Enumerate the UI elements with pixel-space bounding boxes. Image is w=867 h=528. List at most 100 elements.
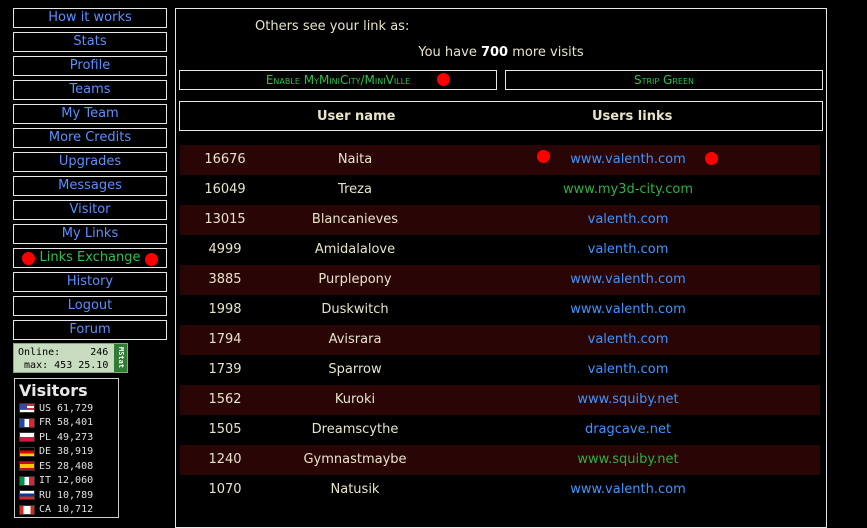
user-id: 1998 — [208, 302, 242, 317]
online-row: Online: 246 — [18, 347, 109, 358]
user-name: Amidalalove — [314, 242, 396, 257]
user-link[interactable]: www.squiby.net — [528, 392, 728, 407]
max-row: max: 453 25.10 — [24, 360, 109, 371]
table-row: 13015 Blancanieves valenth.com — [180, 205, 820, 235]
user-id: 16049 — [204, 182, 246, 197]
user-link[interactable]: www.squiby.net — [528, 452, 728, 467]
user-name: Kuroki — [334, 392, 376, 407]
country-code: ES — [39, 460, 52, 472]
menu-item-label: My Links — [61, 226, 119, 241]
menu-item-my-links[interactable]: My Links — [13, 224, 167, 244]
user-link[interactable]: valenth.com — [528, 212, 728, 227]
links-table: 16676 Naita www.valenth.com 16049 Treza www.m… — [180, 145, 820, 505]
menu-item-label: Upgrades — [58, 154, 122, 169]
country-code: PL — [39, 431, 52, 443]
menu-item-label: Links Exchange — [39, 250, 141, 265]
table-header: User name Users links — [179, 101, 823, 131]
menu-item-label: Stats — [73, 34, 107, 49]
visitor-count: 49,273 — [57, 431, 94, 443]
visitor-count: 28,408 — [57, 460, 94, 472]
user-link[interactable]: www.my3d-city.com — [528, 182, 728, 197]
user-name: Avisrara — [328, 332, 382, 347]
menu-item-visitor[interactable]: Visitor — [13, 200, 167, 220]
others-see-label: Others see your link as: — [255, 19, 410, 34]
user-link[interactable]: www.valenth.com — [528, 152, 728, 167]
table-row: 1240 Gymnastmaybe www.squiby.net — [180, 445, 820, 475]
menu-item-how-it-works[interactable]: How it works — [13, 8, 167, 28]
user-link[interactable]: www.valenth.com — [528, 482, 728, 497]
menu-item-messages[interactable]: Messages — [13, 176, 167, 196]
menu-item-my-team[interactable]: My Team — [13, 104, 167, 124]
user-name: Treza — [338, 182, 372, 197]
menu-item-label: Profile — [69, 58, 111, 73]
menu-item-logout[interactable]: Logout — [13, 296, 167, 316]
column-user-name: User name — [317, 109, 396, 124]
menu-item-forum[interactable]: Forum — [13, 320, 167, 340]
menu-item-teams[interactable]: Teams — [13, 80, 167, 100]
strip-green-button[interactable]: Strip Green — [505, 70, 823, 90]
visitor-country-row: US 61,729 — [19, 401, 114, 416]
visits-summary: You have 700 more visits — [418, 45, 584, 60]
flag-pl-icon — [19, 432, 35, 443]
links-exchange-panel: Others see your link as: You have 700 mo… — [175, 8, 827, 528]
user-id: 1505 — [208, 422, 242, 437]
visitor-country-row: RU 10,789 — [19, 488, 114, 503]
menu-item-label: Teams — [69, 82, 111, 97]
visitor-country-row: CA 10,712 — [19, 503, 114, 518]
menu-item-more-credits[interactable]: More Credits — [13, 128, 167, 148]
country-code: IT — [39, 475, 52, 487]
visits-count: 700 — [480, 45, 509, 60]
menu-item-label: How it works — [48, 10, 132, 25]
user-id: 3885 — [208, 272, 242, 287]
user-id: 1794 — [208, 332, 242, 347]
visitor-count: 38,919 — [57, 446, 94, 458]
user-link[interactable]: dragcave.net — [528, 422, 728, 437]
menu-item-profile[interactable]: Profile — [13, 56, 167, 76]
red-dot-icon — [537, 150, 550, 163]
visitors-box: Visitors US 61,729 FR 58,401 PL 49,273 DE 38,91… — [14, 378, 119, 518]
user-name: Purplepony — [318, 272, 392, 287]
user-id: 1562 — [208, 392, 242, 407]
visitor-country-row: IT 12,060 — [19, 474, 114, 489]
menu-item-label: Messages — [58, 178, 122, 193]
table-row: 1505 Dreamscythe dragcave.net — [180, 415, 820, 445]
menu-item-stats[interactable]: Stats — [13, 32, 167, 52]
user-name: Duskwitch — [321, 302, 389, 317]
table-row: 1998 Duskwitch www.valenth.com — [180, 295, 820, 325]
menu-item-links-exchange[interactable]: Links Exchange — [13, 248, 167, 268]
visitor-count: 61,729 — [57, 402, 94, 414]
user-link[interactable]: www.valenth.com — [528, 302, 728, 317]
table-row: 1739 Sparrow valenth.com — [180, 355, 820, 385]
menu-item-upgrades[interactable]: Upgrades — [13, 152, 167, 172]
user-name: Gymnastmaybe — [303, 452, 407, 467]
user-id: 13015 — [204, 212, 246, 227]
user-link[interactable]: valenth.com — [528, 362, 728, 377]
red-dot-icon — [705, 152, 718, 165]
flag-ca-icon — [19, 504, 35, 515]
menu-item-label: More Credits — [48, 130, 132, 145]
flag-fr-icon — [19, 417, 35, 428]
country-code: FR — [39, 417, 52, 429]
menu-item-label: My Team — [61, 106, 119, 121]
table-row: 3885 Purplepony www.valenth.com — [180, 265, 820, 295]
table-row: 16049 Treza www.my3d-city.com — [180, 175, 820, 205]
user-link[interactable]: valenth.com — [528, 242, 728, 257]
online-stats-widget[interactable]: Online: 246 max: 453 25.10 MStat — [13, 343, 128, 373]
menu-item-label: Forum — [69, 322, 111, 337]
table-row: 1794 Avisrara valenth.com — [180, 325, 820, 355]
table-row: 16676 Naita www.valenth.com — [180, 145, 820, 175]
user-name: Blancanieves — [311, 212, 399, 227]
table-row: 4999 Amidalalove valenth.com — [180, 235, 820, 265]
user-link[interactable]: valenth.com — [528, 332, 728, 347]
red-dot-icon — [437, 73, 450, 86]
country-code: DE — [39, 446, 52, 458]
visitor-count: 12,060 — [57, 475, 94, 487]
menu-item-history[interactable]: History — [13, 272, 167, 292]
visitor-country-row: FR 58,401 — [19, 416, 114, 431]
user-link[interactable]: www.valenth.com — [528, 272, 728, 287]
flag-ru-icon — [19, 490, 35, 501]
enable-myminicity-button[interactable]: Enable MyMiniCity/MiniVille — [179, 70, 497, 90]
table-row: 1562 Kuroki www.squiby.net — [180, 385, 820, 415]
user-id: 1240 — [208, 452, 242, 467]
menu-item-label: Logout — [67, 298, 113, 313]
